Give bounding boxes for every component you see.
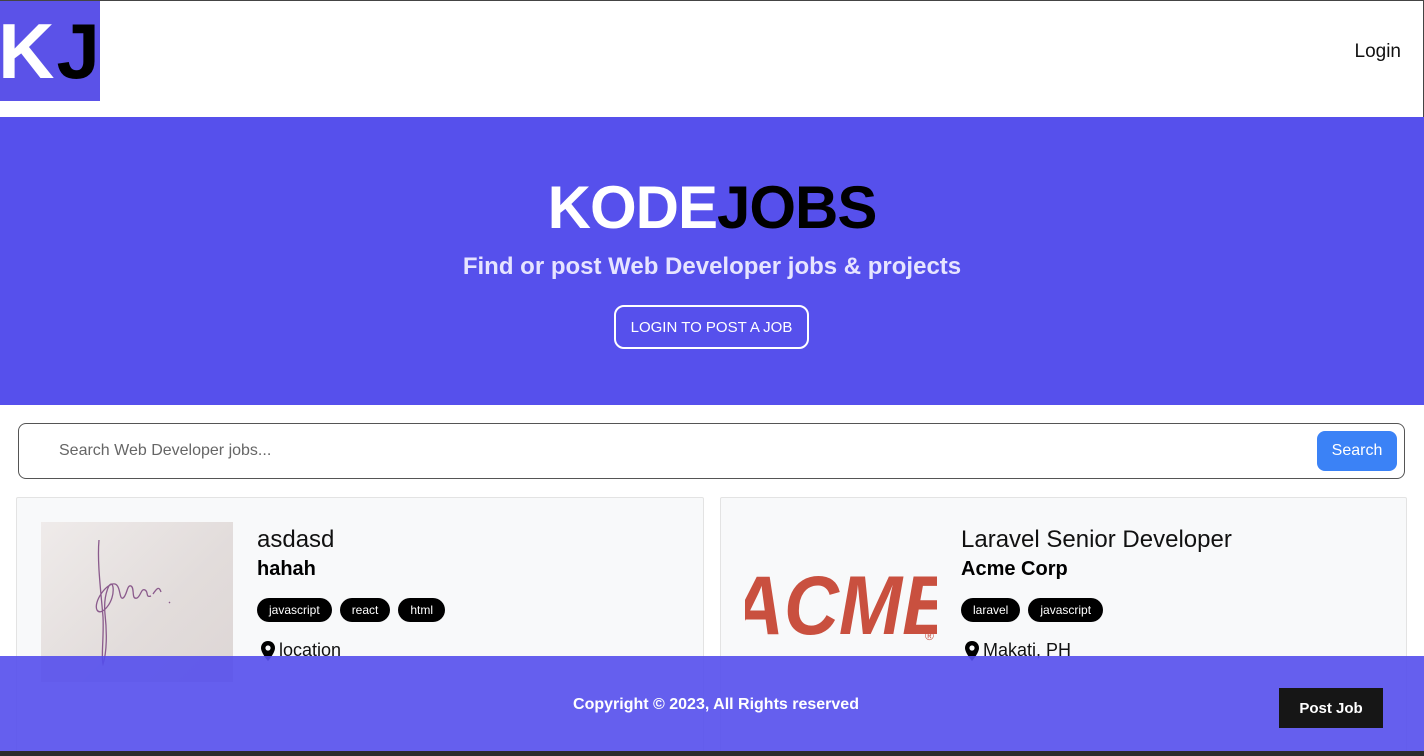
job-title[interactable]: asdasd — [257, 526, 334, 554]
job-title[interactable]: Laravel Senior Developer — [961, 526, 1232, 554]
search-bar: Search — [18, 423, 1405, 479]
hero-title-kode: KODE — [547, 174, 718, 241]
navbar: KJ Login — [0, 0, 1424, 117]
search-icon — [39, 443, 55, 459]
company-name: hahah — [257, 558, 316, 580]
hero-title-jobs: JOBS — [716, 174, 877, 241]
login-to-post-job-button[interactable]: LOGIN TO POST A JOB — [614, 305, 809, 349]
post-job-button[interactable]: Post Job — [1279, 688, 1383, 728]
tag-html[interactable]: html — [398, 598, 446, 622]
hero-subtitle: Find or post Web Developer jobs & projec… — [462, 253, 962, 280]
tag-laravel[interactable]: laravel — [961, 598, 1021, 622]
svg-text:®: ® — [925, 629, 934, 643]
tag-javascript[interactable]: javascript — [1028, 598, 1104, 622]
tag-react[interactable]: react — [339, 598, 391, 622]
hero-title: KODEJOBS — [0, 173, 1424, 242]
svg-text:ACME: ACME — [745, 559, 937, 652]
company-name: Acme Corp — [961, 558, 1068, 580]
hero-banner: KODEJOBS Find or post Web Developer jobs… — [0, 117, 1424, 405]
copyright-text: Copyright © 2023, All Rights reserved — [573, 696, 859, 713]
tag-javascript[interactable]: javascript — [257, 598, 332, 622]
site-logo[interactable]: KJ — [0, 1, 100, 101]
login-link[interactable]: Login — [1355, 41, 1402, 63]
taskbar-strip — [0, 751, 1424, 756]
search-button[interactable]: Search — [1317, 431, 1397, 471]
tag-list: laravel javascript — [961, 598, 1104, 622]
logo-letter-j: J — [56, 7, 102, 95]
logo-letter-k: K — [0, 7, 57, 95]
footer: Copyright © 2023, All Rights reserved Po… — [0, 656, 1424, 756]
tag-list: javascript react html — [257, 598, 446, 622]
search-input[interactable] — [59, 432, 1299, 470]
